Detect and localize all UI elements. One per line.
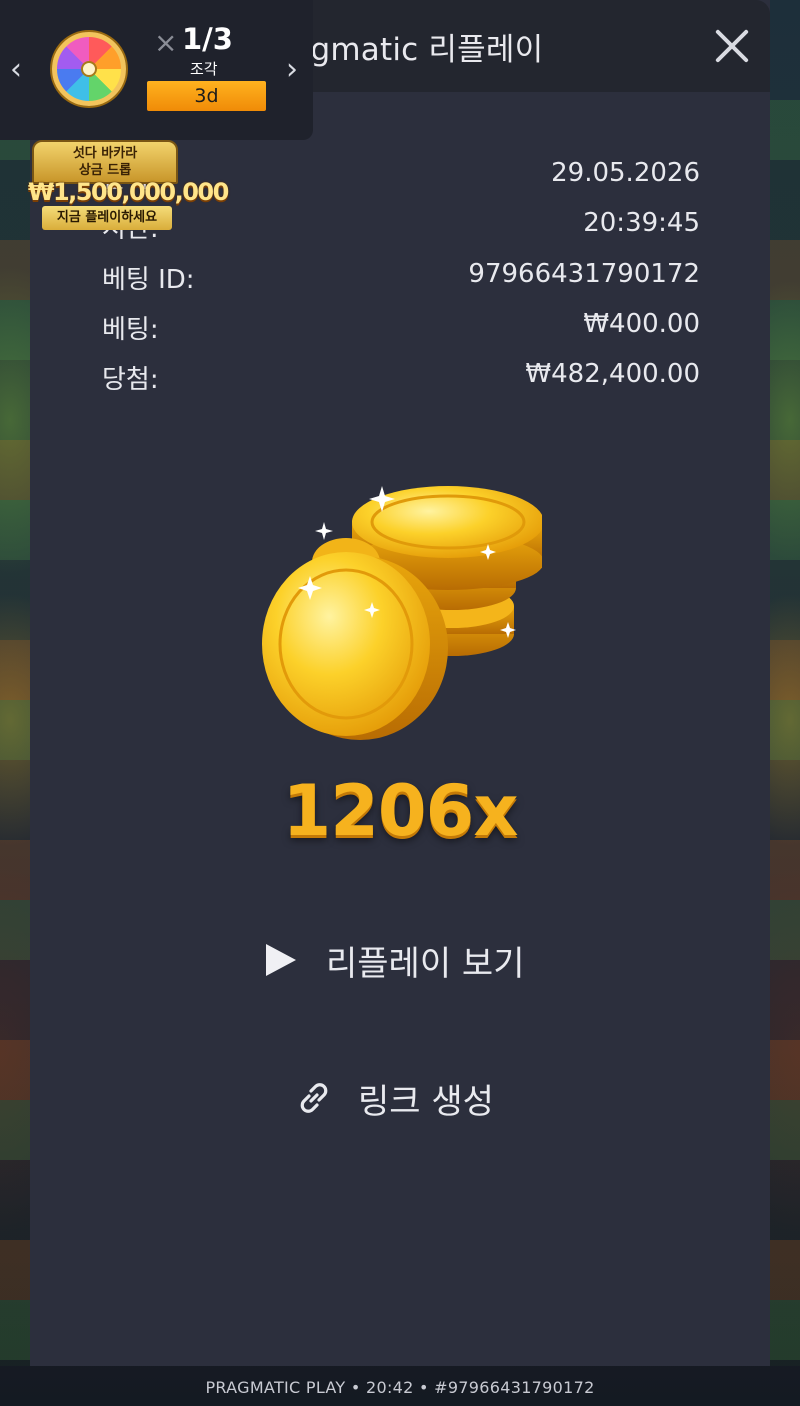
prize-drop-title-line1: 섯다 바카라 <box>72 146 138 161</box>
create-link-button[interactable]: 링크 생성 <box>30 1066 770 1126</box>
info-label: 베팅 ID: <box>102 265 195 295</box>
multiply-icon: × <box>154 26 178 59</box>
create-link-label: 링크 생성 <box>358 1082 494 1122</box>
wheel-hub <box>81 61 97 77</box>
info-row-bet-id: 베팅 ID: 97966431790172 <box>102 255 700 295</box>
close-button[interactable] <box>708 22 756 70</box>
link-icon <box>300 1083 328 1113</box>
prize-drop-banner[interactable]: 섯다 바카라 상금 드롭 ₩1,500,000,000 지금 플레이하세요 <box>28 140 229 232</box>
info-value: ₩482,400.00 <box>525 359 700 389</box>
promo-timer-badge: 3d <box>147 81 266 111</box>
footer-game-info: PRAGMATIC PLAY • 20:42 • #97966431790172 <box>205 1378 595 1397</box>
info-value: 20:39:45 <box>583 208 700 238</box>
info-row-time: 시간: 20:39:45 <box>102 204 700 244</box>
game-reels-left-edge <box>0 100 30 1366</box>
view-replay-button[interactable]: 리플레이 보기 <box>30 928 770 988</box>
prize-wheel-icon[interactable] <box>52 32 126 106</box>
play-icon <box>266 944 296 976</box>
gold-coins-icon <box>262 486 542 740</box>
promo-count: 1/3 <box>182 22 233 56</box>
info-value: 97966431790172 <box>468 259 700 289</box>
info-label: 베팅: <box>102 315 159 345</box>
play-now-button[interactable]: 지금 플레이하세요 <box>42 206 172 230</box>
info-row-win: 당첨: ₩482,400.00 <box>102 355 700 395</box>
prize-drop-amount: ₩1,500,000,000 <box>28 178 229 206</box>
info-row-bet: 베팅: ₩400.00 <box>102 305 700 345</box>
info-value: ₩400.00 <box>583 309 700 339</box>
game-reels-right-edge <box>768 100 800 1366</box>
info-label: 당첨: <box>102 365 159 395</box>
promo-unit: 조각 <box>190 60 218 78</box>
promo-next-button[interactable]: › <box>286 52 298 87</box>
view-replay-label: 리플레이 보기 <box>326 944 525 984</box>
promo-widget: ‹ × 1/3 조각 3d › <box>0 0 313 140</box>
prize-drop-title-line2: 상금 드롭 <box>78 163 132 178</box>
win-multiplier: 1206x <box>282 770 519 852</box>
promo-prev-button[interactable]: ‹ <box>10 52 22 87</box>
info-value: 29.05.2026 <box>551 158 700 188</box>
